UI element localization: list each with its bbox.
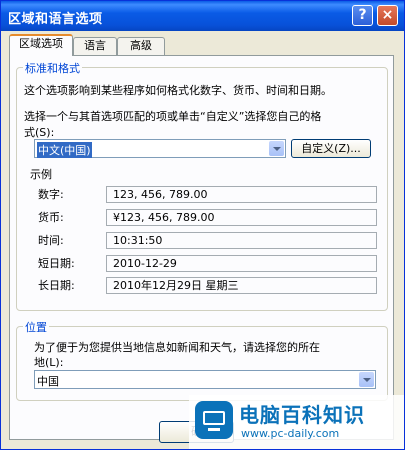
sample-value-time: 10:31:50	[106, 232, 377, 249]
chevron-down-icon[interactable]	[269, 141, 284, 156]
regional-options-panel: 标准和格式 这个选项影响到某些程序如何格式化数字、货币、时间和日期。 选择一个与…	[9, 55, 394, 440]
sample-label-currency: 货币:	[38, 211, 64, 224]
chevron-down-icon[interactable]	[359, 372, 374, 387]
standards-legend: 标准和格式	[23, 60, 82, 76]
standards-instruction: 选择一个与其首选项匹配的项或单击“自定义”选择您自己的格	[24, 110, 322, 123]
watermark-url: www.pc-daily.com	[241, 427, 340, 440]
tab-regional-options[interactable]: 区域选项	[9, 34, 73, 56]
close-button[interactable]: ×	[377, 5, 398, 26]
title-bar[interactable]: 区域和语言选项 ? ×	[1, 1, 404, 31]
computer-icon	[195, 401, 233, 439]
standards-instruction-cont: 式(S):	[24, 126, 55, 139]
samples-heading: 示例	[30, 168, 52, 181]
sample-value-long-date: 2010年12月29日 星期三	[106, 277, 377, 294]
sample-value-currency: ¥123, 456, 789.00	[106, 209, 377, 226]
watermark-logo: 电脑百科知识 www.pc-daily.com	[189, 395, 404, 449]
window-title: 区域和语言选项	[8, 12, 103, 27]
location-description: 为了便于为您提供当地信息如新闻和天气，请选择您的所在	[34, 341, 320, 354]
locale-select[interactable]: 中文(中国)	[34, 139, 286, 158]
location-group: 位置	[16, 319, 388, 401]
watermark-title: 电脑百科知识	[239, 403, 365, 427]
location-select-value: 中国	[37, 375, 59, 388]
sample-label-time: 时间:	[38, 234, 64, 247]
sample-value-number: 123, 456, 789.00	[106, 186, 377, 203]
help-button[interactable]: ?	[352, 5, 373, 26]
location-description-cont: 地(L):	[34, 356, 64, 369]
locale-select-value: 中文(中国)	[37, 142, 92, 158]
dialog-window: 区域和语言选项 ? × 区域选项 语言 高级 标准和格式 这个选项影响到某些程序…	[0, 0, 405, 450]
location-select[interactable]: 中国	[34, 370, 376, 389]
sample-label-long-date: 长日期:	[38, 279, 75, 292]
sample-value-short-date: 2010-12-29	[106, 255, 377, 272]
sample-label-short-date: 短日期:	[38, 257, 75, 270]
sample-label-number: 数字:	[38, 188, 64, 201]
tab-advanced[interactable]: 高级	[117, 37, 165, 55]
location-legend: 位置	[23, 319, 49, 335]
customize-button[interactable]: 自定义(Z)...	[291, 139, 371, 158]
standards-description: 这个选项影响到某些程序如何格式化数字、货币、时间和日期。	[24, 84, 332, 97]
tab-languages[interactable]: 语言	[73, 37, 117, 55]
